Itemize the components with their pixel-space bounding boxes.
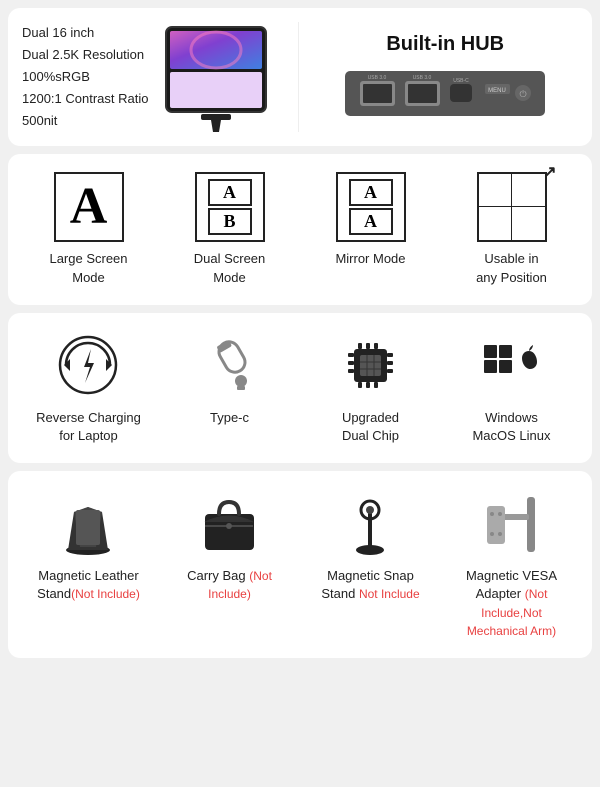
specs-section: Dual 16 inch Dual 2.5K Resolution 100%sR…: [22, 22, 288, 132]
dual-chip-label: UpgradedDual Chip: [342, 409, 399, 445]
leather-stand-label: Magnetic Leather Stand(Not Include): [29, 567, 149, 603]
large-screen-mode: A Large ScreenMode: [29, 172, 149, 286]
snap-stand-item: Magnetic Snap Stand Not Include: [311, 489, 431, 603]
spec-line-2: Dual 2.5K Resolution: [22, 44, 148, 66]
spec-line-1: Dual 16 inch: [22, 22, 148, 44]
large-screen-label: Large ScreenMode: [49, 250, 127, 286]
spec-line-3: 100%sRGB: [22, 66, 148, 88]
typec-icon: [195, 331, 265, 401]
mirror-mode-label: Mirror Mode: [335, 250, 405, 268]
specs-text: Dual 16 inch Dual 2.5K Resolution 100%sR…: [22, 22, 148, 132]
carry-bag-label: Carry Bag (Not Include): [170, 567, 290, 603]
leather-stand-note: (Not Include): [71, 587, 140, 601]
spec-line-4: 1200:1 Contrast Ratio: [22, 88, 148, 110]
reverse-charging-label: Reverse Chargingfor Laptop: [36, 409, 141, 445]
carry-bag-note: (Not Include): [208, 569, 272, 601]
svg-text:USB-C: USB-C: [453, 78, 469, 84]
hub-image: MENU ⏻ USB 3.0 USB 3.0 USB-C: [313, 66, 579, 121]
vesa-adapter-label: Magnetic VESA Adapter (Not Include,Not M…: [452, 567, 572, 640]
hub-svg: MENU ⏻ USB 3.0 USB 3.0 USB-C: [345, 66, 545, 121]
typec-label: Type-c: [210, 409, 249, 427]
svg-text:⏻: ⏻: [520, 89, 527, 99]
snap-stand-label: Magnetic Snap Stand Not Include: [311, 567, 431, 603]
vesa-adapter-icon: [477, 489, 547, 559]
features-card: Reverse Chargingfor Laptop Type-c: [8, 313, 592, 463]
any-position-mode: ↗ Usable inany Position: [452, 172, 572, 286]
accessories-card: Magnetic Leather Stand(Not Include) Carr…: [8, 471, 592, 658]
mirror-mode-icon: A A: [336, 172, 406, 242]
leather-stand-icon: [54, 489, 124, 559]
snap-stand-icon: [336, 489, 406, 559]
snap-stand-note: Not Include: [359, 587, 420, 601]
vesa-adapter-item: Magnetic VESA Adapter (Not Include,Not M…: [452, 489, 572, 640]
monitor-image: [156, 22, 276, 132]
dual-screen-mode: A B Dual ScreenMode: [170, 172, 290, 286]
dual-chip-feature: UpgradedDual Chip: [311, 331, 431, 445]
svg-text:MENU: MENU: [488, 88, 506, 94]
any-position-icon: ↗: [477, 172, 547, 242]
os-icon: [477, 331, 547, 401]
svg-text:USB 3.0: USB 3.0: [413, 75, 432, 81]
carry-bag-item: Carry Bag (Not Include): [170, 489, 290, 603]
spec-line-5: 500nit: [22, 110, 148, 132]
svg-text:USB 3.0: USB 3.0: [368, 75, 387, 81]
hub-title: Built-in HUB: [386, 33, 504, 56]
mirror-mode: A A Mirror Mode: [311, 172, 431, 268]
reverse-charging-feature: Reverse Chargingfor Laptop: [29, 331, 149, 445]
screen-modes-card: A Large ScreenMode A B Dual ScreenMode A…: [8, 154, 592, 304]
vesa-adapter-note: (Not Include,Not Mechanical Arm): [467, 587, 556, 637]
os-label: WindowsMacOS Linux: [472, 409, 550, 445]
specs-hub-card: Dual 16 inch Dual 2.5K Resolution 100%sR…: [8, 8, 592, 146]
dual-screen-icon: A B: [195, 172, 265, 242]
dual-chip-icon: [336, 331, 406, 401]
reverse-charging-icon: [54, 331, 124, 401]
os-feature: WindowsMacOS Linux: [452, 331, 572, 445]
carry-bag-icon: [195, 489, 265, 559]
leather-stand-item: Magnetic Leather Stand(Not Include): [29, 489, 149, 603]
arrow-icon: ↗: [543, 162, 556, 182]
hub-section: Built-in HUB MENU ⏻ USB 3.0 US: [298, 22, 579, 132]
large-screen-icon: A: [54, 172, 124, 242]
dual-screen-label: Dual ScreenMode: [194, 250, 266, 286]
any-position-label: Usable inany Position: [476, 250, 547, 286]
typec-feature: Type-c: [170, 331, 290, 427]
monitor-svg: [161, 22, 271, 132]
